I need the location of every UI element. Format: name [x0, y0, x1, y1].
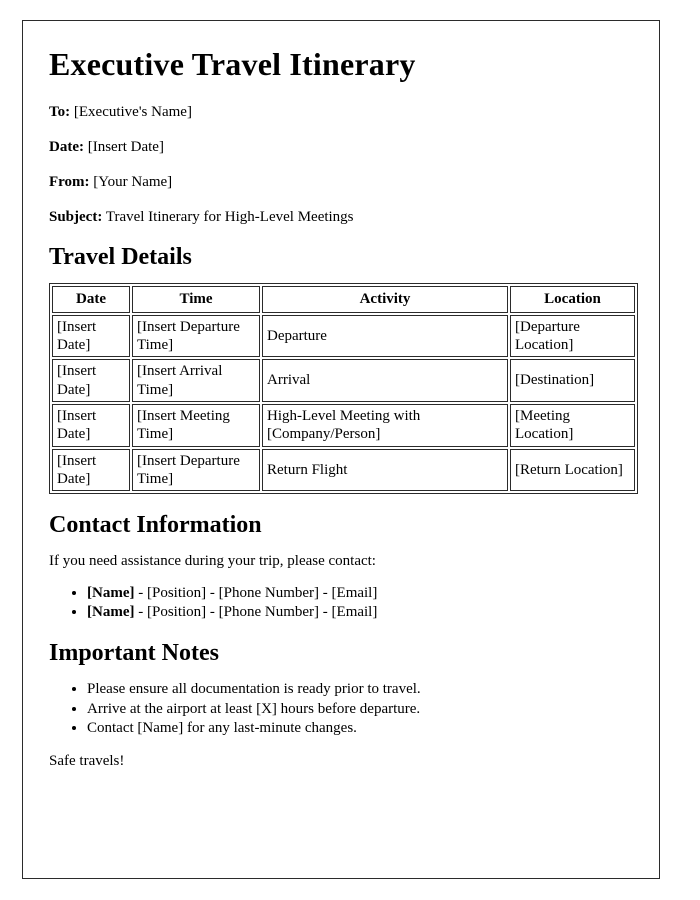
cell-location: [Departure Location]: [510, 314, 635, 358]
header-field-to-label: To:: [49, 103, 71, 120]
header-field-from-label: From:: [49, 173, 90, 190]
table-header: Date Time Activity Location: [52, 286, 635, 313]
section-heading-important-notes: Important Notes: [49, 640, 219, 667]
header-field-to: To: [Executive's Name]: [49, 103, 633, 121]
section-heading-contact-information: Contact Information: [49, 512, 262, 539]
header-field-subject-value: Travel Itinerary for High-Level Meetings: [105, 208, 354, 225]
header-field-date-label: Date:: [49, 138, 84, 155]
column-header-time: Time: [132, 286, 260, 313]
cell-time: [Insert Departure Time]: [132, 314, 260, 358]
cell-location: [Destination]: [510, 359, 635, 402]
table-row: [Insert Date] [Insert Arrival Time] Arri…: [52, 359, 635, 402]
contact-name: [Name]: [87, 584, 135, 601]
column-header-location: Location: [510, 286, 635, 313]
list-item: Contact [Name] for any last-minute chang…: [87, 719, 633, 738]
cell-date: [Insert Date]: [52, 403, 130, 447]
cell-activity: Return Flight: [262, 448, 508, 492]
closing-text: Safe travels!: [49, 753, 125, 770]
contact-details: - [Position] - [Phone Number] - [Email]: [134, 604, 378, 621]
document-body: Executive Travel Itinerary To: [Executiv…: [23, 21, 659, 770]
contact-name: [Name]: [87, 604, 135, 621]
section-heading-travel-details: Travel Details: [49, 243, 192, 270]
cell-activity: Departure: [262, 314, 508, 358]
column-header-activity: Activity: [262, 286, 508, 313]
contact-intro-text: If you need assistance during your trip,…: [49, 552, 376, 569]
list-item: [Name] - [Position] - [Phone Number] - […: [87, 584, 633, 603]
table-row: [Insert Date] [Insert Meeting Time] High…: [52, 403, 635, 447]
table-body: [Insert Date] [Insert Departure Time] De…: [52, 314, 635, 492]
table-row: [Insert Date] [Insert Departure Time] Re…: [52, 448, 635, 492]
important-notes-list: Please ensure all documentation is ready…: [49, 680, 633, 738]
page-title: Executive Travel Itinerary: [49, 46, 416, 82]
cell-location: [Return Location]: [510, 448, 635, 492]
header-field-date-value: [Insert Date]: [87, 138, 164, 155]
column-header-date: Date: [52, 286, 130, 313]
cell-date: [Insert Date]: [52, 448, 130, 492]
list-item: Arrive at the airport at least [X] hours…: [87, 700, 633, 719]
cell-date: [Insert Date]: [52, 359, 130, 402]
list-item: Please ensure all documentation is ready…: [87, 680, 633, 699]
document-page: Executive Travel Itinerary To: [Executiv…: [22, 20, 660, 879]
header-field-subject-label: Subject:: [49, 208, 103, 225]
table-header-row: Date Time Activity Location: [52, 286, 635, 313]
header-field-from-value: [Your Name]: [93, 173, 173, 190]
cell-time: [Insert Meeting Time]: [132, 403, 260, 447]
header-field-from: From: [Your Name]: [49, 173, 633, 191]
cell-activity: High-Level Meeting with [Company/Person]: [262, 403, 508, 447]
contact-list: [Name] - [Position] - [Phone Number] - […: [49, 584, 633, 623]
cell-date: [Insert Date]: [52, 314, 130, 358]
header-field-to-value: [Executive's Name]: [73, 103, 192, 120]
cell-time: [Insert Arrival Time]: [132, 359, 260, 402]
header-field-subject: Subject: Travel Itinerary for High-Level…: [49, 208, 633, 226]
travel-details-table: Date Time Activity Location [Insert Date…: [49, 283, 638, 495]
header-field-date: Date: [Insert Date]: [49, 138, 633, 156]
list-item: [Name] - [Position] - [Phone Number] - […: [87, 603, 633, 622]
contact-details: - [Position] - [Phone Number] - [Email]: [134, 584, 378, 601]
table-row: [Insert Date] [Insert Departure Time] De…: [52, 314, 635, 358]
cell-time: [Insert Departure Time]: [132, 448, 260, 492]
cell-activity: Arrival: [262, 359, 508, 402]
cell-location: [Meeting Location]: [510, 403, 635, 447]
